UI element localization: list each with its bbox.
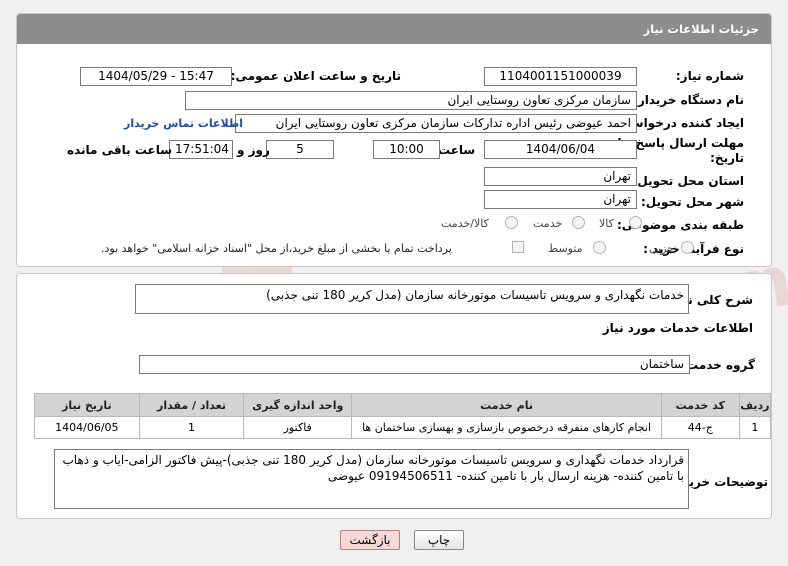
need-description-panel: شرح کلی نیاز: خدمات نگهداری و سرویس تاسی… (16, 273, 772, 519)
buyer-contact-link[interactable]: اطلاعات تماس خریدار (124, 117, 243, 130)
deadline-label-line2: تاریخ: (710, 151, 744, 165)
col-name: نام خدمت (351, 393, 662, 417)
col-row: ردیف (738, 393, 771, 417)
province-label: استان محل تحویل: (632, 174, 744, 188)
remaining-time-field[interactable]: 17:51:04 (169, 140, 233, 159)
col-unit: واحد اندازه گیری (243, 393, 353, 417)
services-table: ردیف کد خدمت نام خدمت واحد اندازه گیری ت… (34, 393, 771, 439)
province-field[interactable]: تهران (484, 167, 637, 186)
announce-label: تاریخ و ساعت اعلان عمومی: (230, 69, 401, 83)
deadline-date-field[interactable]: 1404/06/04 (484, 140, 637, 159)
need-number-field[interactable]: 1104001151000039 (484, 67, 637, 86)
city-label: شهر محل تحویل: (640, 195, 744, 209)
process-option-minor: جزیی (649, 242, 675, 255)
table-row: 1 ج-44 انجام کارهای متفرقه درخصوص بازساز… (34, 416, 771, 439)
cell-date: 1404/06/05 (34, 416, 140, 439)
buyer-notes-field[interactable]: قرارداد خدمات نگهداری و سرویس تاسیسات مو… (54, 449, 689, 509)
requester-field[interactable]: احمد عیوضی رئیس اداره تدارکات سازمان مرک… (235, 114, 637, 133)
need-number-label: شماره نیاز: (675, 69, 744, 83)
category-radio-goods[interactable] (629, 216, 642, 229)
deadline-days-label: روز و (237, 143, 270, 157)
need-details-panel: جزئیات اطلاعات نیاز شماره نیاز: 11040011… (16, 13, 772, 267)
cell-name: انجام کارهای متفرقه درخصوص بازسازی و بهس… (351, 416, 662, 439)
col-date: تاریخ نیاز (34, 393, 140, 417)
process-radio-medium[interactable] (593, 241, 606, 254)
deadline-time-label: ساعت (438, 143, 476, 157)
category-option-service: خدمت (533, 217, 563, 230)
back-button[interactable]: بازگشت (340, 530, 400, 550)
col-code: کد خدمت (660, 393, 740, 417)
cell-unit: فاکتور (243, 416, 353, 439)
city-field[interactable]: تهران (484, 190, 637, 209)
service-group-label: گروه خدمت: (681, 358, 755, 372)
category-radio-service[interactable] (572, 216, 585, 229)
description-field[interactable]: خدمات نگهداری و سرویس تاسیسات موتورخانه … (135, 284, 689, 314)
deadline-days-field[interactable]: 5 (266, 140, 334, 159)
services-title: اطلاعات خدمات مورد نیاز (602, 321, 753, 335)
panel-title: جزئیات اطلاعات نیاز (17, 14, 771, 44)
cell-row: 1 (738, 416, 771, 439)
treasury-note: پرداخت تمام یا بخشی از مبلغ خرید،از محل … (101, 242, 452, 255)
category-option-goods: کالا (599, 217, 614, 230)
process-radio-minor[interactable] (681, 241, 694, 254)
treasury-checkbox[interactable] (512, 241, 524, 253)
cell-code: ج-44 (660, 416, 740, 439)
category-radio-goods-service[interactable] (505, 216, 518, 229)
cell-qty: 1 (138, 416, 245, 439)
service-group-field[interactable]: ساختمان (139, 355, 690, 374)
remaining-time-label: ساعت باقی مانده (67, 143, 173, 157)
announce-field[interactable]: 1404/05/29 - 15:47 (80, 67, 232, 86)
buyer-org-label: نام دستگاه خریدار: (633, 93, 744, 107)
buyer-org-field[interactable]: سازمان مرکزی تعاون روستایی ایران (185, 91, 637, 110)
col-qty: تعداد / مقدار (138, 393, 245, 417)
deadline-time-field[interactable]: 10:00 (373, 140, 440, 159)
process-option-medium: متوسط (548, 242, 583, 255)
print-button[interactable]: چاپ (414, 530, 464, 550)
category-option-goods-service: کالا/خدمت (441, 217, 489, 230)
